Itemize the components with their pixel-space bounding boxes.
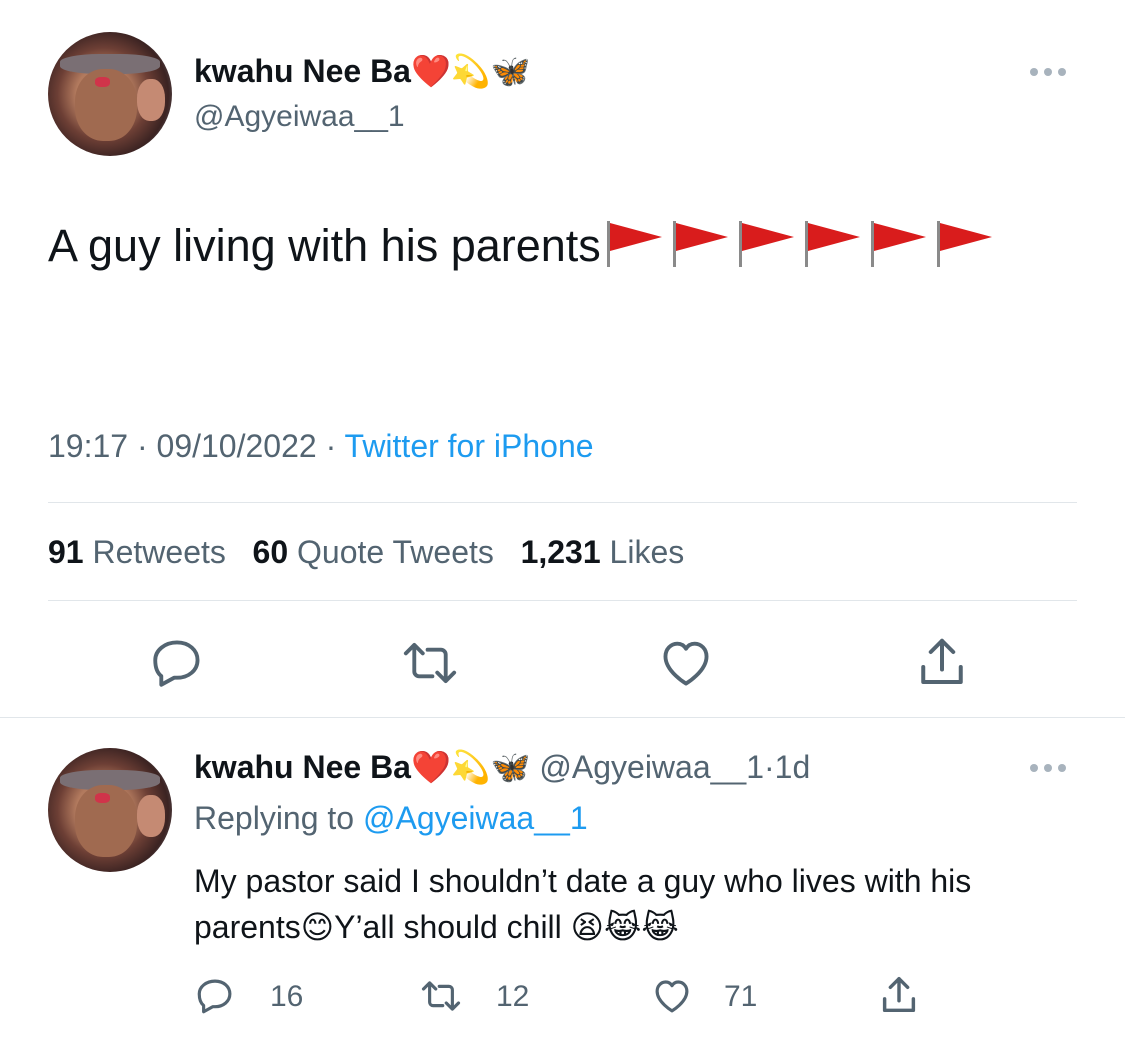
- replying-to: Replying to @Agyeiwaa__1: [194, 800, 588, 837]
- red-flag-icon: [865, 219, 931, 267]
- reply-icon[interactable]: [148, 634, 206, 692]
- divider: [48, 502, 1077, 503]
- reply-author-name[interactable]: kwahu Nee Ba: [194, 749, 411, 785]
- reply-text-parents: parents: [194, 909, 301, 945]
- retweet-icon[interactable]: [398, 634, 462, 692]
- reply-share-icon[interactable]: [876, 972, 922, 1018]
- more-icon[interactable]: [1030, 68, 1066, 76]
- reply-text-line2: parents😊Y’all should chill 😫😹😹: [194, 904, 1094, 950]
- like-icon[interactable]: [656, 634, 716, 692]
- author-name-text: kwahu Nee Ba: [194, 53, 411, 89]
- quotes-stat[interactable]: 60 Quote Tweets: [253, 534, 494, 570]
- reply-text-chill: Y’all should chill: [334, 909, 562, 945]
- likes-count: 1,231: [520, 534, 601, 570]
- reply-retweet-icon[interactable]: [418, 975, 464, 1017]
- reply-reply-count: 16: [270, 980, 304, 1013]
- reply-author-avatar[interactable]: [48, 748, 172, 872]
- quotes-count: 60: [252, 534, 289, 570]
- likes-stat[interactable]: 1,231 Likes: [521, 534, 685, 570]
- reply-header: kwahu Nee Ba❤️💫🦋 @Agyeiwaa__1·1d: [194, 748, 810, 786]
- reply-reply-icon[interactable]: [194, 975, 236, 1017]
- reply-author-emojis: ❤️💫🦋: [410, 748, 531, 786]
- tweet-stats: 91 Retweets 60 Quote Tweets 1,231 Likes: [48, 534, 684, 571]
- red-flag-icon: [601, 219, 667, 267]
- tail-emojis: 😫😹😹: [570, 908, 679, 946]
- reply-retweet-count: 12: [496, 980, 530, 1013]
- tweet-source[interactable]: Twitter for iPhone: [345, 428, 594, 464]
- divider: [0, 717, 1125, 718]
- red-flag-icon: [667, 219, 733, 267]
- quotes-label: Quote Tweets: [297, 534, 494, 570]
- author-handle[interactable]: @Agyeiwaa__1: [194, 100, 405, 134]
- retweets-label: Retweets: [92, 534, 226, 570]
- reply-separator: ·: [764, 749, 775, 785]
- reply-like-count: 71: [724, 980, 758, 1013]
- meta-separator: ·: [136, 428, 148, 464]
- tweet-date: 09/10/2022: [156, 428, 317, 464]
- author-name[interactable]: kwahu Nee Ba❤️💫🦋: [194, 52, 531, 90]
- author-name-emojis: ❤️💫🦋: [410, 52, 531, 90]
- retweets-stat[interactable]: 91 Retweets: [48, 534, 226, 570]
- red-flags: [601, 220, 997, 271]
- smile-emoji: 😊: [300, 908, 335, 946]
- replying-handle[interactable]: @Agyeiwaa__1: [363, 800, 588, 836]
- likes-label: Likes: [609, 534, 685, 570]
- tweet-time: 19:17: [48, 428, 129, 464]
- reply-like-icon[interactable]: [650, 975, 694, 1017]
- replying-prefix: Replying to: [194, 800, 355, 836]
- reply-author-handle[interactable]: @Agyeiwaa__1: [539, 749, 764, 785]
- share-icon[interactable]: [912, 632, 972, 692]
- author-avatar[interactable]: [48, 32, 172, 156]
- reply-more-icon[interactable]: [1030, 764, 1066, 772]
- tweet-meta: 19:17 · 09/10/2022 · Twitter for iPhone: [48, 428, 594, 465]
- meta-separator: ·: [325, 428, 337, 464]
- red-flag-icon: [733, 219, 799, 267]
- divider: [48, 600, 1077, 601]
- reply-text: My pastor said I shouldn’t date a guy wh…: [194, 858, 1094, 950]
- retweets-count: 91: [48, 534, 84, 570]
- tweet-text-body: A guy living with his parents: [48, 220, 601, 271]
- reply-text-line1: My pastor said I shouldn’t date a guy wh…: [194, 863, 972, 899]
- reply-age[interactable]: 1d: [775, 749, 811, 785]
- red-flag-icon: [931, 219, 997, 267]
- red-flag-icon: [799, 219, 865, 267]
- tweet-text: A guy living with his parents: [48, 216, 1088, 276]
